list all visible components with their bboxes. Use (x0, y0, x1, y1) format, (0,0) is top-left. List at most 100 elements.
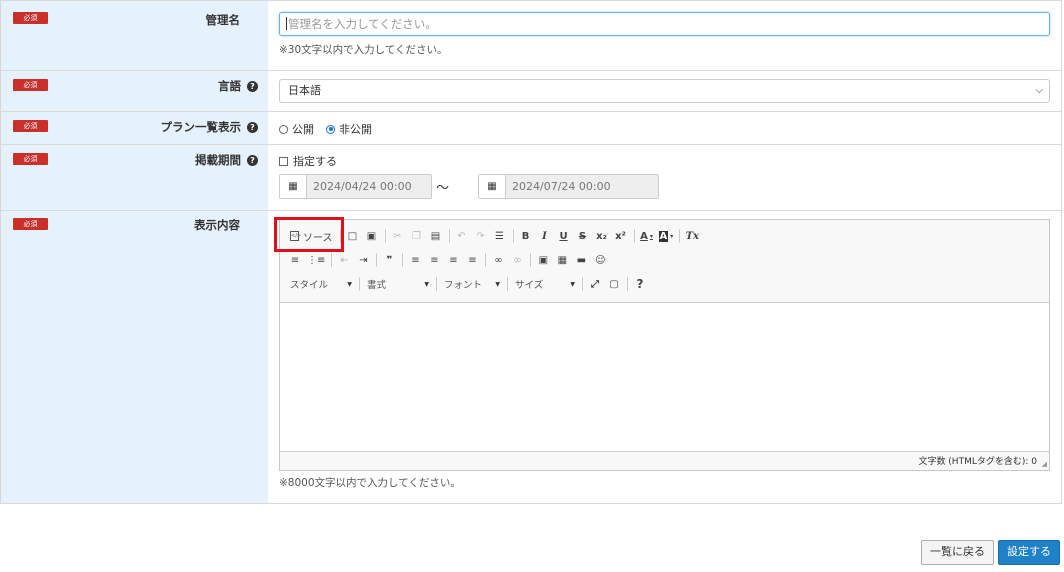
outdent-icon[interactable]: ⇤ (335, 251, 353, 269)
value-cell: 指定する ▦ 2024/04/24 00:00 〜 ▦ 2024/07/24 0… (268, 145, 1061, 210)
chevron-down-icon: ⌵ (1035, 85, 1043, 96)
table-icon[interactable]: ▦ (553, 251, 571, 269)
specify-period-checkbox-wrap[interactable]: 指定する (279, 153, 337, 169)
undo-icon[interactable]: ↶ (453, 227, 471, 245)
plan-list-label-wrap: プラン一覧表示? (160, 119, 258, 135)
calendar-icon[interactable]: ▦ (280, 175, 307, 198)
row-display-content: 必須 表示内容 </> ソース □ ▣ ✂ ❐ ▤ ↶ ↷ ☰ B I U S … (1, 211, 1061, 504)
text-color-icon[interactable]: A ▾ (638, 227, 656, 245)
format-combo[interactable]: 書式 ▼ (363, 275, 433, 293)
size-combo-label: サイズ (515, 280, 544, 291)
radio-public-label[interactable]: 公開 (292, 121, 314, 137)
align-left-icon[interactable]: ≡ (406, 251, 424, 269)
toolbar-separator (507, 277, 508, 291)
redo-icon[interactable]: ↷ (472, 227, 490, 245)
bg-color-glyph: A (658, 230, 669, 242)
row-language: 必須 言語? 日本語 ⌵ (1, 71, 1061, 112)
font-combo-label: フォント (444, 280, 483, 291)
date-range-separator: 〜 (436, 181, 450, 196)
numbered-list-icon[interactable]: ≡ (286, 251, 304, 269)
value-cell: 日本語 ⌵ (268, 71, 1061, 111)
cut-icon[interactable]: ✂ (389, 227, 407, 245)
toolbar-separator (448, 229, 450, 243)
toolbar-row-1: </> ソース □ ▣ ✂ ❐ ▤ ↶ ↷ ☰ B I U S x₂ x² A … (286, 226, 702, 246)
help-icon[interactable]: ? (247, 122, 258, 133)
submit-settings-button[interactable]: 設定する (998, 540, 1060, 565)
underline-icon[interactable]: U (555, 227, 573, 245)
dropdown-arrow-icon: ▾ (649, 232, 653, 240)
toolbar-separator (633, 229, 635, 243)
plan-list-radio-group: 公開 非公開 (279, 121, 384, 137)
unlink-icon[interactable]: ∞ (508, 251, 526, 269)
radio-private[interactable] (326, 124, 335, 134)
horizontal-line-icon[interactable]: ▬ (572, 251, 590, 269)
label-cell: 必須 掲載期間? (1, 145, 268, 210)
link-icon[interactable]: ∞ (489, 251, 507, 269)
publish-period-label-wrap: 掲載期間? (195, 152, 258, 168)
bulleted-list-icon[interactable]: ⋮≡ (305, 251, 327, 269)
indent-icon[interactable]: ⇥ (354, 251, 372, 269)
word-count: 文字数 (HTMLタグを含む): 0 (918, 457, 1037, 467)
required-badge: 必須 (13, 12, 48, 24)
source-button-label: ソース (303, 232, 333, 244)
align-right-icon[interactable]: ≡ (444, 251, 462, 269)
settings-form: 必須 管理名 管理名を入力してください。 ※30文字以内で入力してください。 必… (0, 0, 1062, 504)
copy-icon[interactable]: ❐ (408, 227, 426, 245)
back-to-list-button[interactable]: 一覧に戻る (921, 540, 994, 565)
end-date-field[interactable]: ▦ 2024/07/24 00:00 (478, 174, 659, 199)
show-blocks-icon[interactable]: ▢ (605, 275, 623, 293)
dropdown-arrow-icon: ▼ (424, 280, 429, 288)
label-cell: 必須 プラン一覧表示? (1, 112, 268, 144)
plan-list-label: プラン一覧表示 (160, 120, 242, 134)
italic-icon[interactable]: I (536, 227, 554, 245)
bg-color-icon[interactable]: A ▾ (657, 227, 676, 245)
help-icon[interactable]: ? (247, 155, 258, 166)
help-icon[interactable]: ? (631, 275, 649, 293)
toolbar-separator (331, 253, 333, 267)
subscript-icon[interactable]: x₂ (593, 227, 611, 245)
paste-icon[interactable]: ▤ (427, 227, 445, 245)
superscript-icon[interactable]: x² (612, 227, 630, 245)
style-combo[interactable]: スタイル ▼ (286, 275, 356, 293)
image-icon[interactable]: ▣ (534, 251, 552, 269)
radio-public[interactable] (279, 124, 288, 134)
row-admin-name: 必須 管理名 管理名を入力してください。 ※30文字以内で入力してください。 (1, 0, 1061, 71)
help-icon[interactable]: ? (247, 81, 258, 92)
required-badge: 必須 (13, 153, 48, 165)
blockquote-icon[interactable]: ❞ (380, 251, 398, 269)
language-selected: 日本語 (288, 84, 321, 97)
strikethrough-icon[interactable]: S (574, 227, 592, 245)
text-caret (286, 17, 287, 30)
toolbar-row-2: ≡ ⋮≡ ⇤ ⇥ ❞ ≡ ≡ ≡ ≡ ∞ ∞ ▣ ▦ ▬ ☺ (286, 250, 610, 270)
font-combo[interactable]: フォント ▼ (440, 275, 504, 293)
find-replace-icon[interactable]: ☰ (491, 227, 509, 245)
language-label: 言語 (218, 79, 241, 93)
radio-private-label[interactable]: 非公開 (339, 121, 372, 137)
specify-period-checkbox[interactable] (279, 156, 288, 166)
dropdown-arrow-icon: ▾ (670, 232, 674, 240)
value-cell: </> ソース □ ▣ ✂ ❐ ▤ ↶ ↷ ☰ B I U S x₂ x² A … (268, 211, 1061, 503)
text-color-glyph: A (640, 230, 648, 242)
size-combo[interactable]: サイズ ▼ (511, 275, 579, 293)
toolbar-separator (485, 253, 487, 267)
smiley-icon[interactable]: ☺ (591, 251, 609, 269)
bold-icon[interactable]: B (517, 227, 535, 245)
calendar-icon[interactable]: ▦ (479, 175, 506, 198)
remove-format-icon[interactable]: Tx (683, 227, 701, 245)
new-page-icon[interactable]: □ (344, 227, 362, 245)
specify-period-label[interactable]: 指定する (293, 153, 337, 169)
align-center-icon[interactable]: ≡ (425, 251, 443, 269)
toolbar-separator (582, 277, 583, 291)
format-combo-label: 書式 (367, 280, 387, 291)
language-select[interactable]: 日本語 ⌵ (279, 79, 1050, 103)
resize-grip-icon[interactable]: ◢ (1042, 460, 1047, 468)
end-date-value: 2024/07/24 00:00 (512, 180, 611, 193)
admin-name-input[interactable]: 管理名を入力してください。 (279, 12, 1050, 36)
source-button[interactable]: </> ソース (286, 227, 337, 245)
toolbar-separator (384, 229, 386, 243)
align-justify-icon[interactable]: ≡ (463, 251, 481, 269)
preview-icon[interactable]: ▣ (363, 227, 381, 245)
editor-content-area[interactable] (280, 302, 1049, 452)
maximize-icon[interactable]: ⤢ (586, 275, 604, 293)
start-date-field[interactable]: ▦ 2024/04/24 00:00 (279, 174, 432, 199)
